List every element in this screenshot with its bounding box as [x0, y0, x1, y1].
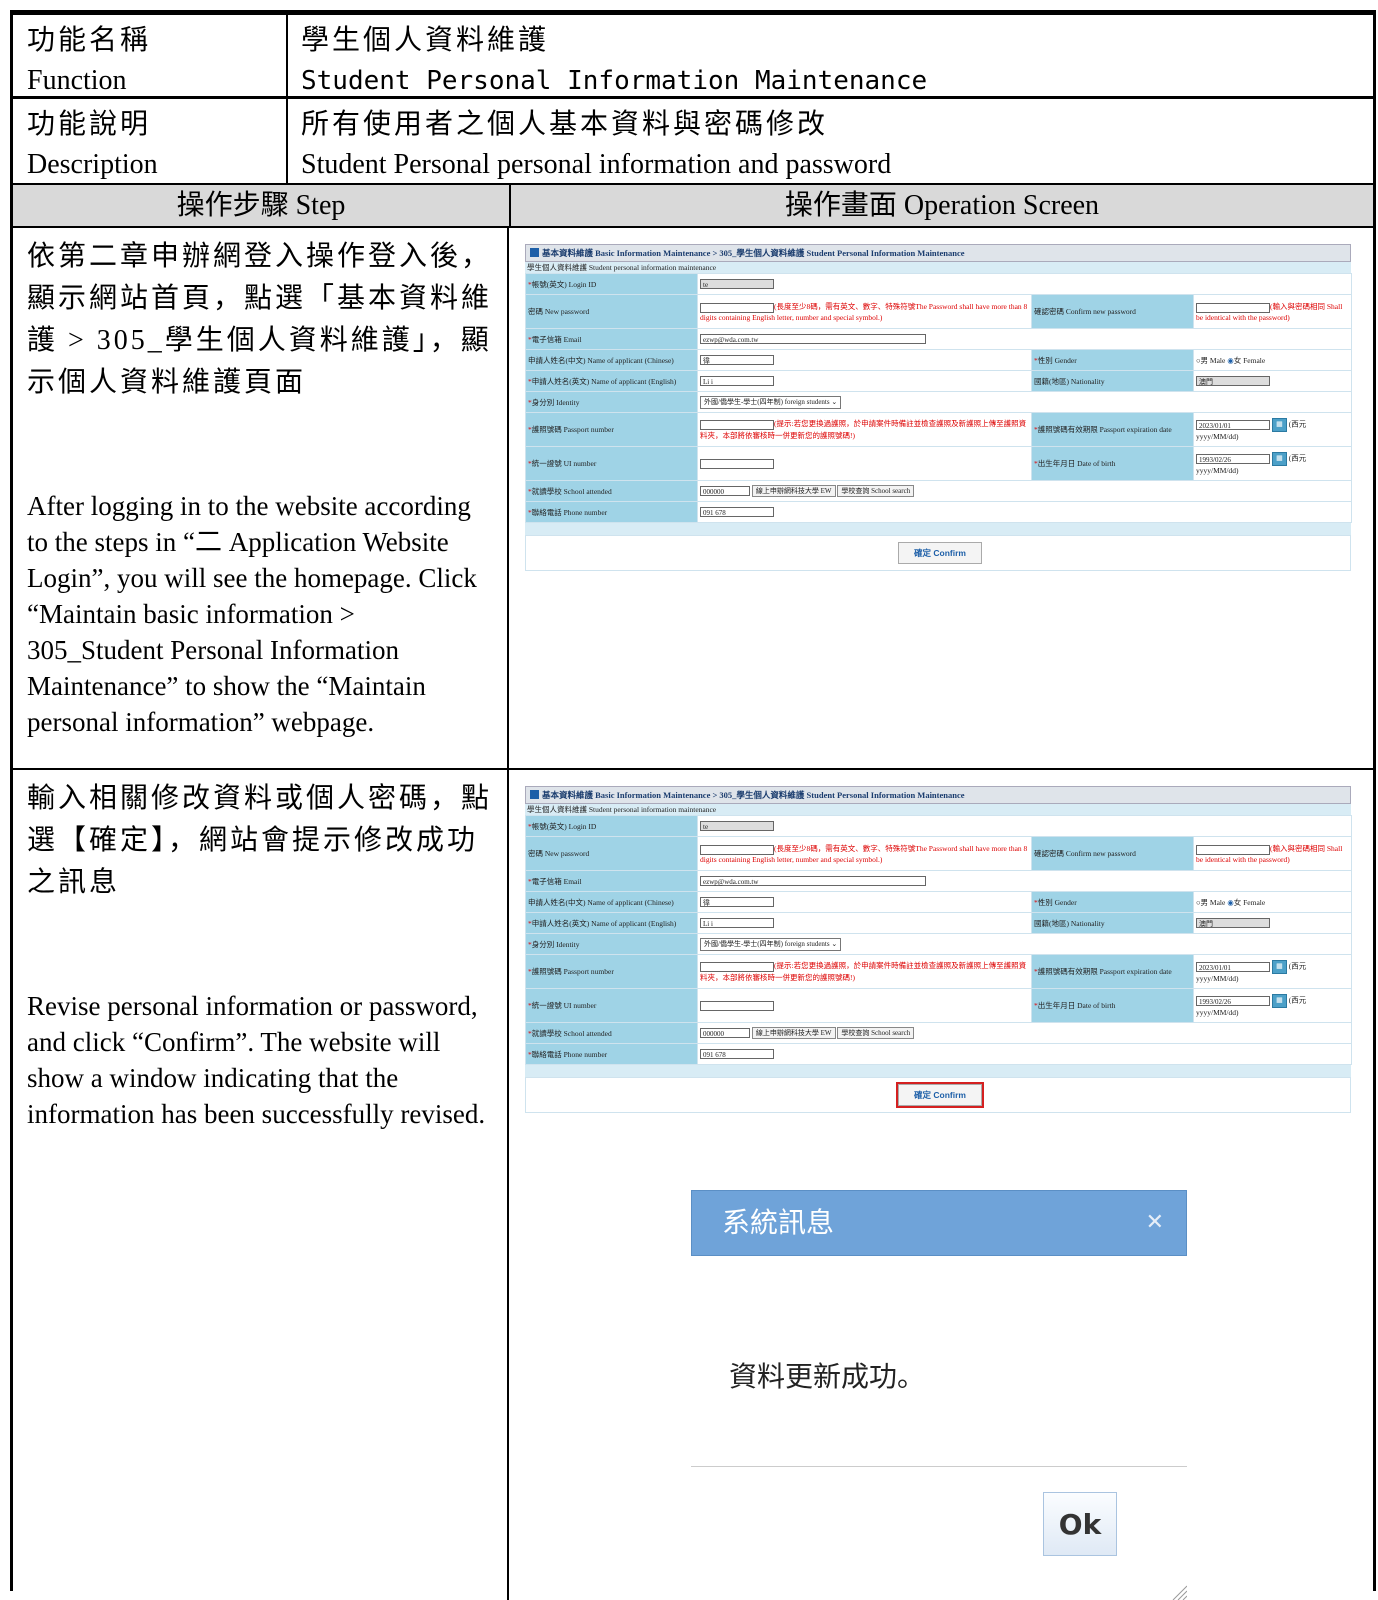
breadcrumb: 基本資料維護 Basic Information Maintenance > 3… [525, 786, 1351, 804]
ui-number-input[interactable] [700, 458, 774, 469]
confirm-button-highlighted[interactable]: 確定 Confirm [898, 1084, 982, 1106]
phone-field[interactable]: 091 678 [700, 1049, 774, 1060]
arrow-icon [530, 790, 539, 799]
calendar-icon[interactable]: ▦ [1271, 418, 1287, 432]
screen-column-header: 操作畫面 Operation Screen [784, 190, 1100, 221]
school-name-field: 線上申辦網科技大學 EW [751, 1027, 836, 1039]
step-row-1: 依第二章申辦網登入操作登入後，顯示網站首頁，點選「基本資料維護 > 305_學生… [13, 228, 1373, 770]
document-table: 功能名稱 Function 學生個人資料維護 Student Personal … [10, 10, 1376, 1600]
column-header-row: 操作步驟 Step 操作畫面 Operation Screen [13, 185, 1373, 228]
arrow-icon [530, 248, 539, 257]
step-row-2: 輸入相關修改資料或個人密碼，點選【確定】，網站會提示修改成功之訊息 Revise… [13, 770, 1373, 1600]
dialog-title: 系統訊息 [722, 1206, 835, 1239]
confirm-password-input[interactable] [1196, 844, 1270, 855]
phone-field[interactable]: 091 678 [700, 507, 774, 518]
name-en-field[interactable]: Li i [700, 376, 774, 387]
school-search-button[interactable]: 學校查詢 School search [837, 485, 915, 497]
function-name-row: 功能名稱 Function 學生個人資料維護 Student Personal … [13, 15, 1373, 99]
function-name-label: 功能名稱 Function [13, 15, 288, 96]
email-field[interactable]: ezwp@wda.com.tw [700, 876, 926, 887]
passport-expiration-field[interactable]: 2023/01/01 [1196, 420, 1270, 430]
confirm-area: 確定 Confirm [525, 535, 1351, 571]
close-icon[interactable]: ✕ [1146, 1191, 1164, 1255]
passport-input[interactable] [700, 961, 774, 972]
school-code-field[interactable]: 000000 [700, 486, 750, 497]
personal-info-form: 基本資料維護 Basic Information Maintenance > 3… [525, 244, 1353, 571]
email-field[interactable]: ezwp@wda.com.tw [700, 334, 926, 345]
form-subtitle: 學生個人資料維護 Student personal information ma… [525, 262, 1351, 273]
calendar-icon[interactable]: ▦ [1271, 994, 1287, 1008]
name-zh-field[interactable]: 徫 [700, 897, 774, 908]
passport-expiration-field[interactable]: 2023/01/01 [1196, 962, 1270, 972]
nationality-field[interactable]: 澳門 [1196, 918, 1270, 929]
school-search-button[interactable]: 學校查詢 School search [837, 1027, 915, 1039]
operation-screen-2: 基本資料維護 Basic Information Maintenance > 3… [511, 770, 1373, 1600]
dialog-message: 資料更新成功。 [729, 1360, 926, 1393]
login-id-field[interactable]: te [700, 821, 774, 832]
step-column-header: 操作步驟 Step [13, 185, 511, 226]
new-password-input[interactable] [700, 302, 774, 313]
date-of-birth-field[interactable]: 1993/02/26 [1196, 996, 1270, 1006]
form-subtitle: 學生個人資料維護 Student personal information ma… [525, 804, 1351, 815]
step-text-1: 依第二章申辦網登入操作登入後，顯示網站首頁，點選「基本資料維護 > 305_學生… [13, 228, 509, 768]
ui-number-input[interactable] [700, 1000, 774, 1011]
date-of-birth-field[interactable]: 1993/02/26 [1196, 454, 1270, 464]
name-en-field[interactable]: Li i [700, 918, 774, 929]
identity-select[interactable]: 外國/僑學生-學士(四年制) foreign students ⌄ [700, 395, 842, 409]
description-label: 功能說明 Description [13, 99, 288, 183]
form-table: *帳號(英文) Login ID te 密碼 New password (長度至… [525, 273, 1353, 523]
operation-screen-1: 基本資料維護 Basic Information Maintenance > 3… [511, 228, 1373, 768]
description-row: 功能說明 Description 所有使用者之個人基本資料與密碼修改 Stude… [13, 99, 1373, 185]
breadcrumb: 基本資料維護 Basic Information Maintenance > 3… [525, 244, 1351, 262]
resize-grip-icon[interactable] [1169, 1582, 1187, 1600]
system-message-dialog: 系統訊息 ✕ 資料更新成功。 Ok [691, 1190, 1187, 1600]
step-text-2: 輸入相關修改資料或個人密碼，點選【確定】，網站會提示修改成功之訊息 Revise… [13, 770, 509, 1600]
dialog-header: 系統訊息 ✕ [691, 1190, 1187, 1256]
school-code-field[interactable]: 000000 [700, 1028, 750, 1039]
confirm-button[interactable]: 確定 Confirm [898, 542, 982, 564]
personal-info-form: 基本資料維護 Basic Information Maintenance > 3… [525, 786, 1353, 1113]
login-id-field[interactable]: te [700, 279, 774, 290]
passport-input[interactable] [700, 419, 774, 430]
confirm-password-input[interactable] [1196, 302, 1270, 313]
school-name-field: 線上申辦網科技大學 EW [751, 485, 836, 497]
description-value: 所有使用者之個人基本資料與密碼修改 Student Personal perso… [301, 109, 892, 180]
function-name-value: 學生個人資料維護 Student Personal Information Ma… [301, 25, 928, 96]
identity-select[interactable]: 外國/僑學生-學士(四年制) foreign students ⌄ [700, 937, 842, 951]
form-table: *帳號(英文) Login ID te 密碼 New password (長度至… [525, 815, 1353, 1065]
nationality-field[interactable]: 澳門 [1196, 376, 1270, 387]
calendar-icon[interactable]: ▦ [1271, 452, 1287, 466]
dialog-divider [691, 1466, 1187, 1467]
ok-button[interactable]: Ok [1043, 1492, 1117, 1556]
calendar-icon[interactable]: ▦ [1271, 960, 1287, 974]
confirm-area: 確定 Confirm [525, 1077, 1351, 1113]
new-password-input[interactable] [700, 844, 774, 855]
name-zh-field[interactable]: 徫 [700, 355, 774, 366]
